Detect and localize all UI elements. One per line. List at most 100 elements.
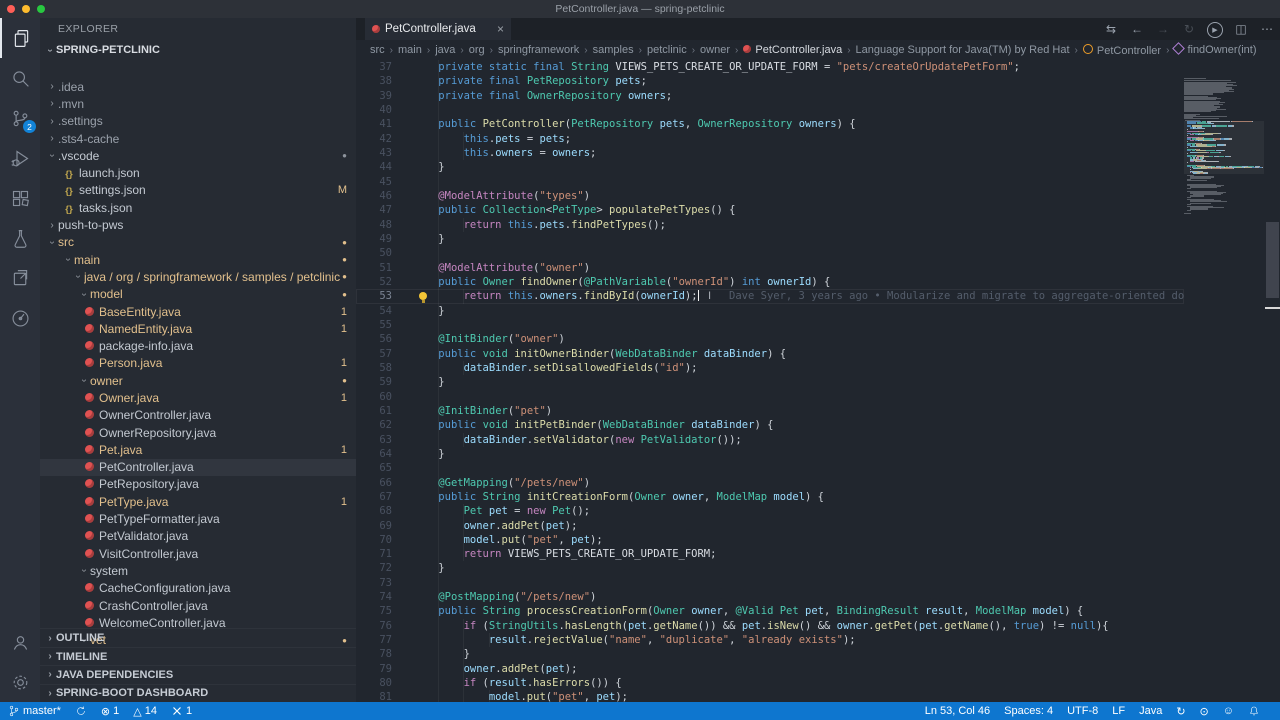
code-line-38[interactable]: 38 private final PetRepository pets; xyxy=(356,74,1184,88)
status-notifications-bell[interactable] xyxy=(1248,705,1260,717)
code-line-46[interactable]: 46 @ModelAttribute("types") xyxy=(356,189,1184,203)
code-line-50[interactable]: 50 xyxy=(356,246,1184,260)
tree-item-petrepository-java[interactable]: PetRepository.java xyxy=(40,476,356,493)
source-control-icon[interactable]: 2 xyxy=(0,98,40,138)
tree-item-cacheconfiguration-java[interactable]: CacheConfiguration.java xyxy=(40,580,356,597)
status-sync-status[interactable]: ↻ xyxy=(1176,705,1185,718)
code-line-57[interactable]: 57 public void initOwnerBinder(WebDataBi… xyxy=(356,347,1184,361)
code-line-65[interactable]: 65 xyxy=(356,461,1184,475)
code-line-52[interactable]: 52 public Owner findOwner(@PathVariable(… xyxy=(356,275,1184,289)
code-line-51[interactable]: 51 @ModelAttribute("owner") xyxy=(356,261,1184,275)
code-line-58[interactable]: 58 dataBinder.setDisallowedFields("id"); xyxy=(356,361,1184,375)
tree-item--sts4-cache[interactable]: ›.sts4-cache xyxy=(40,130,356,147)
code-line-60[interactable]: 60 xyxy=(356,390,1184,404)
tree-item-person-java[interactable]: Person.java1 xyxy=(40,355,356,372)
tree-item-package-info-java[interactable]: package-info.java xyxy=(40,337,356,354)
breadcrumb-item[interactable]: samples xyxy=(593,44,634,56)
tree-item--mvn[interactable]: ›.mvn xyxy=(40,95,356,112)
more-actions-icon[interactable]: ⋯ xyxy=(1254,22,1280,36)
code-line-49[interactable]: 49 } xyxy=(356,232,1184,246)
tree-item-model[interactable]: ›model● xyxy=(40,286,356,303)
code-line-41[interactable]: 41 public PetController(PetRepository pe… xyxy=(356,117,1184,131)
code-line-53[interactable]: 53 return this.owners.findById(ownerId);… xyxy=(356,289,1184,303)
code-line-48[interactable]: 48 return this.pets.findPetTypes(); xyxy=(356,218,1184,232)
tree-item--settings[interactable]: ›.settings xyxy=(40,113,356,130)
tree-item-visitcontroller-java[interactable]: VisitController.java xyxy=(40,545,356,562)
scrollbar-thumb[interactable] xyxy=(1266,222,1279,298)
status-language-mode[interactable]: Java xyxy=(1139,705,1162,717)
code-line-69[interactable]: 69 owner.addPet(pet); xyxy=(356,519,1184,533)
tree-item-push-to-pws[interactable]: ›push-to-pws xyxy=(40,216,356,233)
code-line-76[interactable]: 76 if (StringUtils.hasLength(pet.getName… xyxy=(356,619,1184,633)
code-line-81[interactable]: 81 model.put("pet", pet); xyxy=(356,690,1184,702)
breadcrumb-item[interactable]: main xyxy=(398,44,422,56)
status-errors[interactable]: ⊗1 xyxy=(101,705,119,718)
minimap-slider[interactable] xyxy=(1184,121,1264,174)
status-feedback-smiley[interactable]: ☺ xyxy=(1223,705,1234,717)
breadcrumb-item[interactable]: java xyxy=(435,44,455,56)
code-line-61[interactable]: 61 @InitBinder("pet") xyxy=(356,404,1184,418)
code-line-79[interactable]: 79 owner.addPet(pet); xyxy=(356,662,1184,676)
java-dashboard-icon[interactable] xyxy=(0,298,40,338)
code-line-42[interactable]: 42 this.pets = pets; xyxy=(356,132,1184,146)
explorer-icon[interactable] xyxy=(0,18,42,58)
tree-item-petvalidator-java[interactable]: PetValidator.java xyxy=(40,528,356,545)
tree-item--idea[interactable]: ›.idea xyxy=(40,78,356,95)
extensions-icon[interactable] xyxy=(0,178,40,218)
breadcrumb-item[interactable]: petclinic xyxy=(647,44,687,56)
code-line-40[interactable]: 40 xyxy=(356,103,1184,117)
code-line-80[interactable]: 80 if (result.hasErrors()) { xyxy=(356,676,1184,690)
code-line-45[interactable]: 45 xyxy=(356,175,1184,189)
code-line-77[interactable]: 77 result.rejectValue("name", "duplicate… xyxy=(356,633,1184,647)
section-java-dependencies[interactable]: ›JAVA DEPENDENCIES xyxy=(40,665,356,683)
tree-item-crashcontroller-java[interactable]: CrashController.java xyxy=(40,597,356,614)
status-java-tools[interactable]: 1 xyxy=(171,705,192,717)
code-line-56[interactable]: 56 @InitBinder("owner") xyxy=(356,332,1184,346)
tree-item-java-org-springframework-samples-petclinic[interactable]: ›java / org / springframework / samples … xyxy=(40,268,356,285)
code-line-70[interactable]: 70 model.put("pet", pet); xyxy=(356,533,1184,547)
code-line-59[interactable]: 59 } xyxy=(356,375,1184,389)
code-line-64[interactable]: 64 } xyxy=(356,447,1184,461)
section-timeline[interactable]: ›TIMELINE xyxy=(40,647,356,665)
tree-item-system[interactable]: ›system xyxy=(40,562,356,579)
tree-item-tasks-json[interactable]: {}tasks.json xyxy=(40,199,356,216)
split-editor-icon[interactable]: ◫ xyxy=(1228,22,1254,36)
status-java-status[interactable]: ⊙ xyxy=(1200,705,1209,718)
push-to-pws-icon[interactable] xyxy=(0,258,40,298)
tree-item-ownercontroller-java[interactable]: OwnerController.java xyxy=(40,407,356,424)
tree-item-pettype-java[interactable]: PetType.java1 xyxy=(40,493,356,510)
breadcrumb-item[interactable]: Language Support for Java(TM) by Red Hat xyxy=(856,44,1070,56)
code-line-62[interactable]: 62 public void initPetBinder(WebDataBind… xyxy=(356,418,1184,432)
tree-item-pet-java[interactable]: Pet.java1 xyxy=(40,441,356,458)
tree-item-main[interactable]: ›main● xyxy=(40,251,356,268)
breadcrumb-item[interactable]: PetController.java xyxy=(743,44,842,56)
tree-item-namedentity-java[interactable]: NamedEntity.java1 xyxy=(40,320,356,337)
breadcrumb-item[interactable]: PetController xyxy=(1083,44,1161,57)
breadcrumb-item[interactable]: findOwner(int) xyxy=(1174,44,1256,56)
status-cursor-position[interactable]: Ln 53, Col 46 xyxy=(925,705,990,717)
code-editor[interactable]: 37 private static final String VIEWS_PET… xyxy=(356,60,1184,702)
code-line-78[interactable]: 78 } xyxy=(356,647,1184,661)
tree-item-settings-json[interactable]: {}settings.jsonM xyxy=(40,182,356,199)
breadcrumb-item[interactable]: src xyxy=(370,44,385,56)
tree-item-ownerrepository-java[interactable]: OwnerRepository.java xyxy=(40,424,356,441)
code-line-72[interactable]: 72 } xyxy=(356,561,1184,575)
tree-item-owner[interactable]: ›owner● xyxy=(40,372,356,389)
code-line-39[interactable]: 39 private final OwnerRepository owners; xyxy=(356,89,1184,103)
code-line-54[interactable]: 54 } xyxy=(356,304,1184,318)
run-icon[interactable]: ▶ xyxy=(1202,21,1228,38)
tab-petcontroller[interactable]: PetController.java × xyxy=(365,18,511,40)
project-section-header[interactable]: › SPRING-PETCLINIC xyxy=(40,40,356,60)
navigate-forward-icon[interactable]: → xyxy=(1150,22,1176,36)
breadcrumb-item[interactable]: org xyxy=(469,44,485,56)
run-and-debug-icon[interactable] xyxy=(0,138,40,178)
code-line-43[interactable]: 43 this.owners = owners; xyxy=(356,146,1184,160)
code-line-47[interactable]: 47 public Collection<PetType> populatePe… xyxy=(356,203,1184,217)
tree-item-petcontroller-java[interactable]: PetController.java xyxy=(40,459,356,476)
accounts-icon[interactable] xyxy=(0,622,40,662)
sync-icon[interactable]: ↻ xyxy=(1176,22,1202,36)
status-sync[interactable] xyxy=(75,705,87,717)
tree-item--vscode[interactable]: ›.vscode● xyxy=(40,147,356,164)
code-line-73[interactable]: 73 xyxy=(356,576,1184,590)
breadcrumb-item[interactable]: owner xyxy=(700,44,730,56)
